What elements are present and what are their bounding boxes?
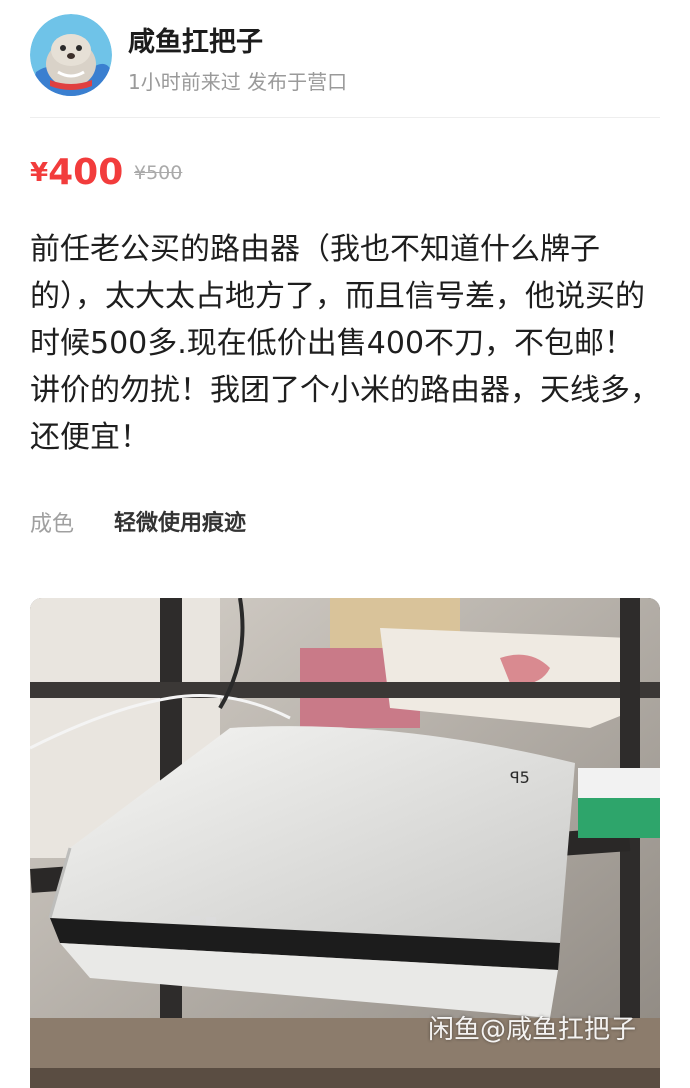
header-divider xyxy=(30,117,660,118)
seal-avatar-icon xyxy=(30,14,112,96)
price: ¥400 xyxy=(30,152,123,193)
condition-label: 成色 xyxy=(30,512,75,537)
seller-header: 咸鱼扛把子 1小时前来过 发布于营口 xyxy=(0,0,690,118)
price-value: 400 xyxy=(48,152,124,193)
photo-watermark: 闲鱼@咸鱼扛把子 xyxy=(427,1015,636,1045)
seller-meta: 1小时前来过 发布于营口 xyxy=(128,70,348,94)
seller-name[interactable]: 咸鱼扛把子 xyxy=(128,20,263,59)
price-currency: ¥ xyxy=(30,158,49,188)
svg-text:ꟼ5: ꟼ5 xyxy=(510,768,530,787)
original-price: ¥500 xyxy=(134,162,183,184)
item-photo[interactable]: ꟼ5 闲鱼@咸鱼扛把子 xyxy=(30,598,660,1088)
item-description: 前任老公买的路由器（我也不知道什么牌子的），太大太占地方了，而且信号差，他说买的… xyxy=(30,232,660,455)
condition-value: 轻微使用痕迹 xyxy=(114,511,247,536)
seller-avatar[interactable] xyxy=(30,14,112,96)
